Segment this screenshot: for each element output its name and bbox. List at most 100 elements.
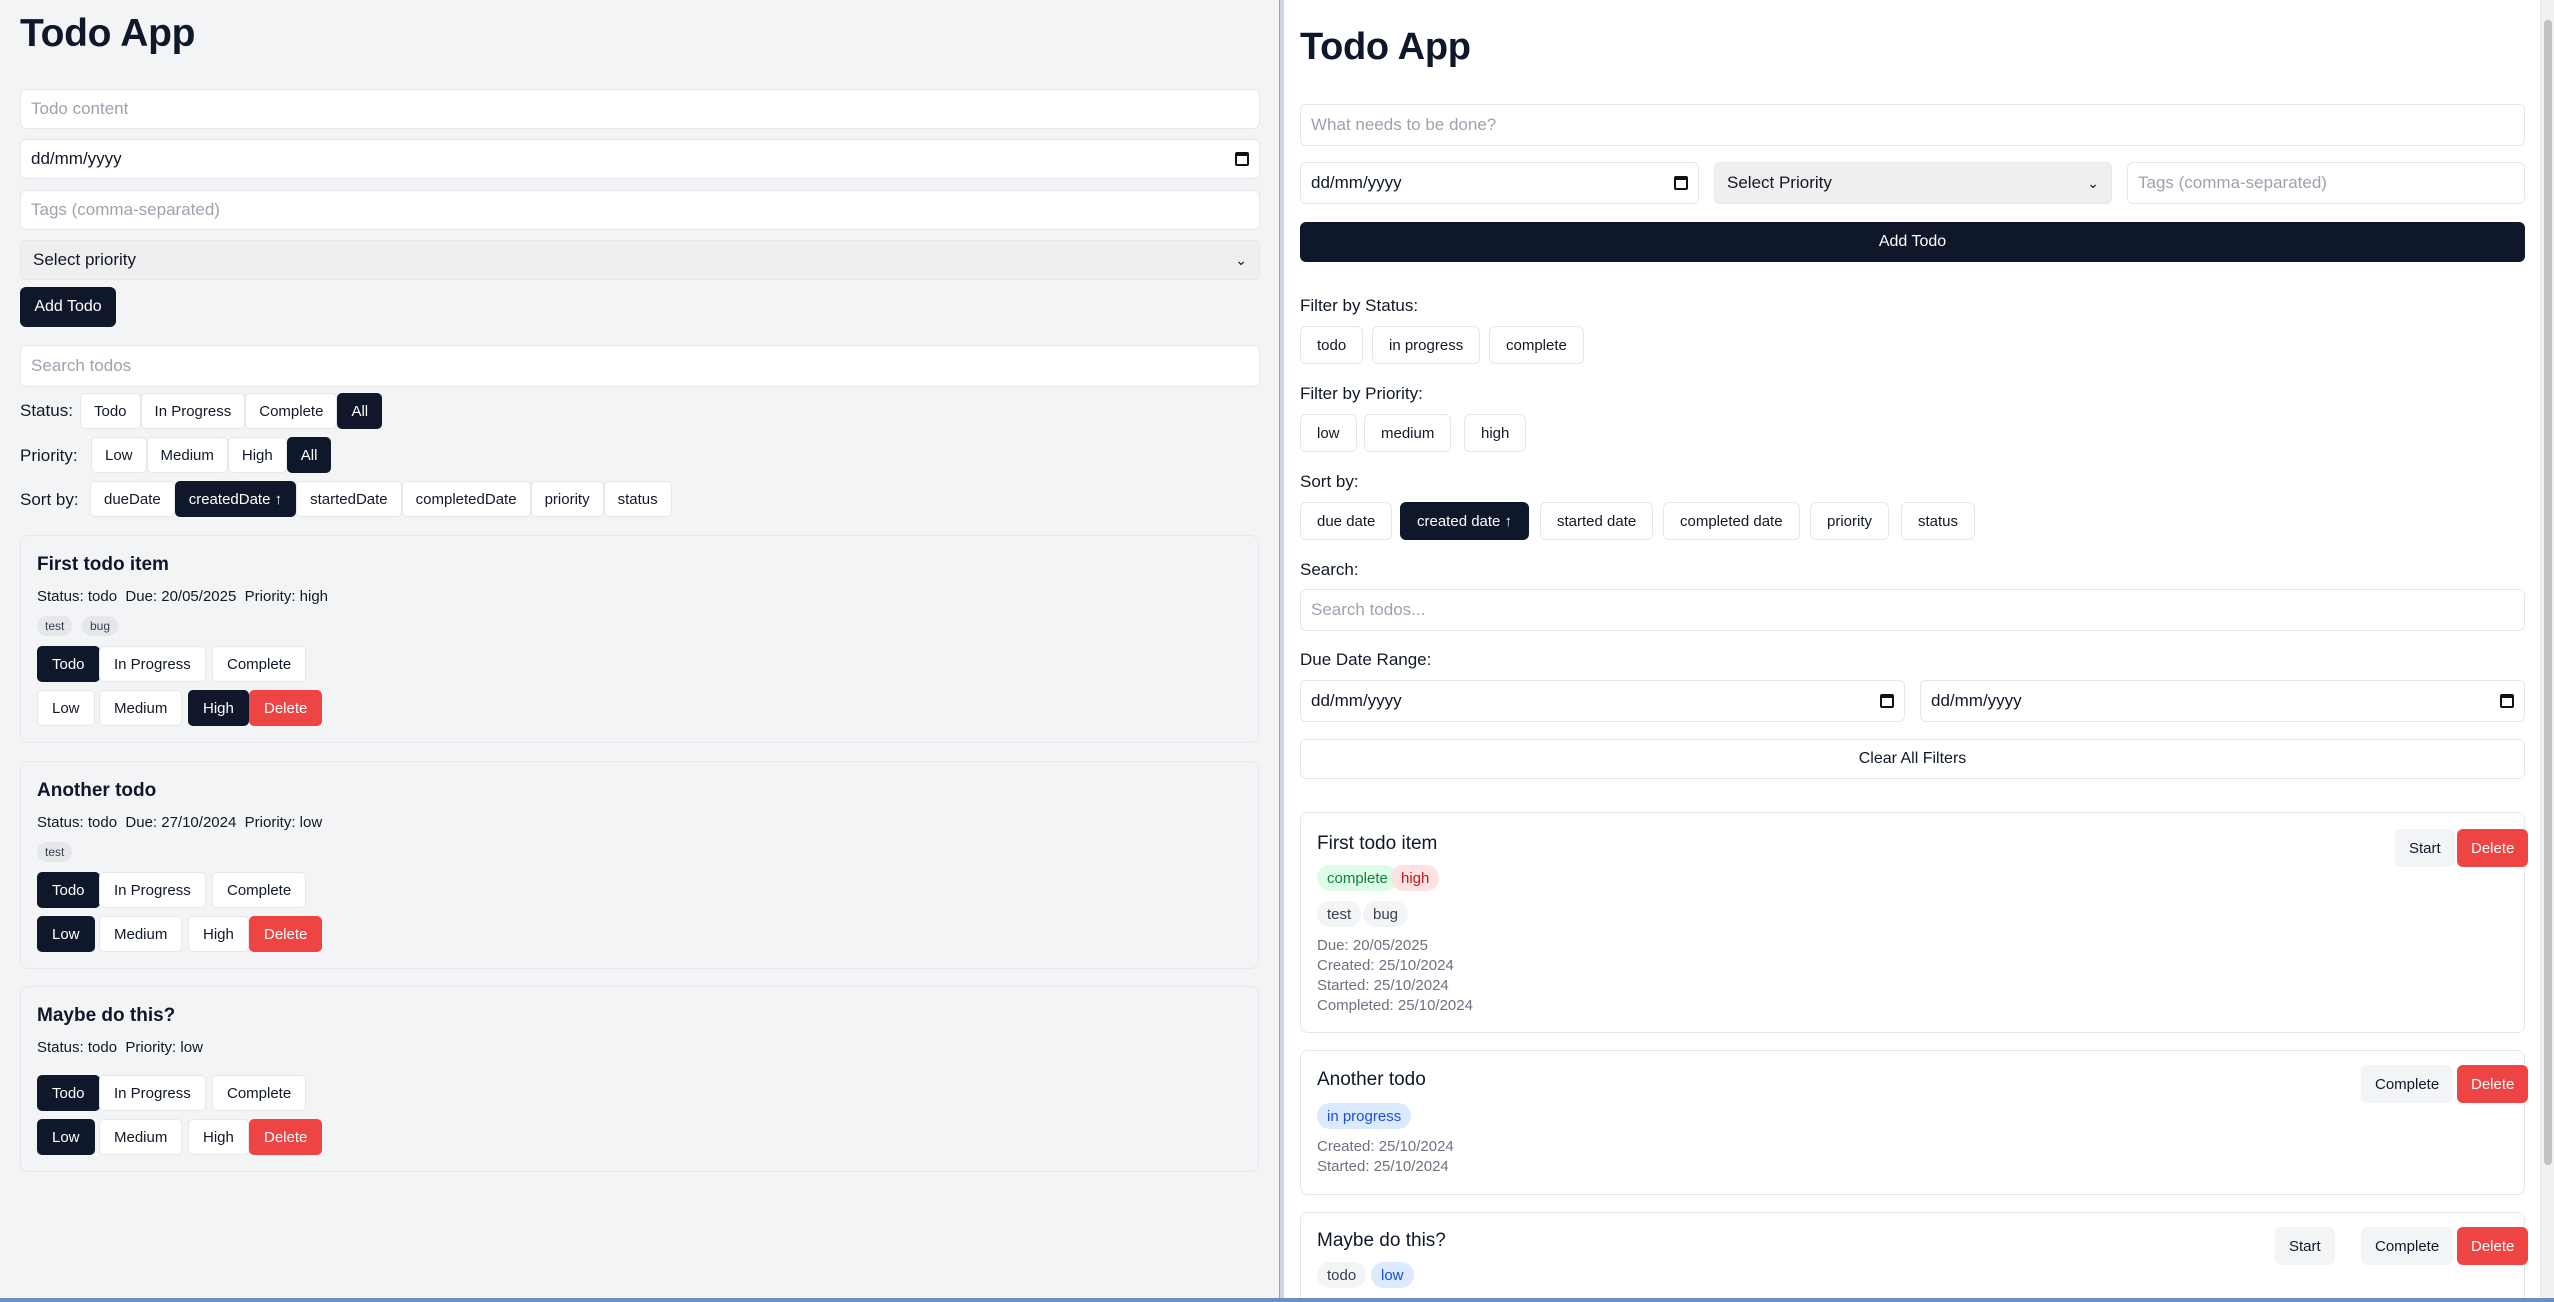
status-filter-all[interactable]: All <box>337 393 383 429</box>
todo-meta: Status: todo Due: 20/05/2025 Priority: h… <box>37 588 329 605</box>
filter-priority-high[interactable]: high <box>1464 414 1527 452</box>
filter-status-label: Filter by Status: <box>1300 296 1419 315</box>
set-status-in-progress-button[interactable]: In Progress <box>99 872 206 908</box>
sort-created-date[interactable]: createdDate ↑ <box>174 481 297 517</box>
scrollbar[interactable] <box>2540 0 2554 1298</box>
sort-due-date[interactable]: due date <box>1300 502 1393 540</box>
set-priority-medium-button[interactable]: Medium <box>99 690 183 726</box>
sort-status[interactable]: status <box>603 481 672 517</box>
due-date-input[interactable]: dd/mm/yyyy <box>1300 162 1699 204</box>
priority-select-value: Select Priority <box>1727 173 1832 192</box>
priority-filter-label: Priority: <box>20 446 78 465</box>
todo-meta: Status: todo Due: 27/10/2024 Priority: l… <box>37 814 323 831</box>
page-title: Todo App <box>1300 26 1471 68</box>
set-status-complete-button[interactable]: Complete <box>212 872 307 908</box>
delete-button[interactable]: Delete <box>249 1119 323 1155</box>
started-date-text: Started: 25/10/2024 <box>1317 1158 1449 1175</box>
todo-card: Another todo in progress Created: 25/10/… <box>1300 1050 2529 1195</box>
set-status-in-progress-button[interactable]: In Progress <box>99 646 206 682</box>
due-date-text: Due: 20/05/2025 <box>1317 937 1428 954</box>
todo-title: Maybe do this? <box>1317 1230 1446 1251</box>
set-status-complete-button[interactable]: Complete <box>212 1075 307 1111</box>
filter-priority-label: Filter by Priority: <box>1300 384 1423 403</box>
sort-completed-date[interactable]: completedDate <box>401 481 531 517</box>
due-range-to-input[interactable]: dd/mm/yyyy <box>1920 680 2525 722</box>
set-priority-low-button[interactable]: Low <box>37 916 95 952</box>
set-status-todo-button[interactable]: Todo <box>37 872 100 908</box>
calendar-icon[interactable] <box>1235 152 1249 166</box>
tag: test <box>37 616 73 636</box>
priority-filter-medium[interactable]: Medium <box>146 437 228 473</box>
status-filter-in-progress[interactable]: In Progress <box>140 393 246 429</box>
sort-created-date[interactable]: created date ↑ <box>1400 502 1530 540</box>
set-priority-high-button[interactable]: High <box>188 1119 249 1155</box>
sort-started-date[interactable]: startedDate <box>296 481 402 517</box>
due-range-from-input[interactable]: dd/mm/yyyy <box>1300 680 1905 722</box>
priority-select[interactable]: Select priority ⌄ <box>20 240 1260 280</box>
calendar-icon[interactable] <box>2500 694 2514 708</box>
sort-completed-date[interactable]: completed date <box>1663 502 1800 540</box>
delete-button[interactable]: Delete <box>2457 1227 2529 1265</box>
todo-title: First todo item <box>37 554 169 575</box>
calendar-icon[interactable] <box>1674 176 1688 190</box>
set-priority-medium-button[interactable]: Medium <box>99 916 183 952</box>
set-status-todo-button[interactable]: Todo <box>37 1075 100 1111</box>
set-priority-high-button[interactable]: High <box>188 916 249 952</box>
sort-started-date[interactable]: started date <box>1540 502 1654 540</box>
clear-filters-button[interactable]: Clear All Filters <box>1300 739 2525 779</box>
delete-button[interactable]: Delete <box>2457 1065 2529 1103</box>
set-priority-medium-button[interactable]: Medium <box>99 1119 183 1155</box>
add-todo-button[interactable]: Add Todo <box>20 287 116 327</box>
priority-filter-high[interactable]: High <box>227 437 287 473</box>
due-date-input[interactable]: dd/mm/yyyy <box>20 139 1260 179</box>
set-status-todo-button[interactable]: Todo <box>37 646 100 682</box>
filter-status-complete[interactable]: complete <box>1489 326 1584 364</box>
sort-priority[interactable]: priority <box>530 481 604 517</box>
todo-title: Another todo <box>1317 1069 1426 1090</box>
scrollbar-thumb[interactable] <box>2544 20 2552 1165</box>
start-button[interactable]: Start <box>2275 1227 2335 1265</box>
set-priority-high-button[interactable]: High <box>188 690 249 726</box>
set-status-complete-button[interactable]: Complete <box>212 646 307 682</box>
chevron-down-icon: ⌄ <box>1235 251 1247 268</box>
search-input[interactable] <box>20 345 1260 387</box>
filter-priority-low[interactable]: low <box>1300 414 1357 452</box>
complete-button[interactable]: Complete <box>2361 1227 2454 1265</box>
delete-button[interactable]: Delete <box>2457 829 2529 867</box>
todo-content-input[interactable] <box>20 89 1260 129</box>
filter-priority-medium[interactable]: medium <box>1364 414 1452 452</box>
search-label: Search: <box>1300 560 1359 579</box>
priority-filter-low[interactable]: Low <box>91 437 147 473</box>
completed-date-text: Completed: 25/10/2024 <box>1317 997 1473 1014</box>
delete-button[interactable]: Delete <box>249 916 323 952</box>
filter-status-todo[interactable]: todo <box>1300 326 1364 364</box>
tags-input[interactable] <box>20 190 1260 230</box>
tag: test <box>1317 901 1362 927</box>
calendar-icon[interactable] <box>1880 694 1894 708</box>
todo-content-input[interactable] <box>1300 104 2525 146</box>
tag: test <box>37 842 73 862</box>
todo-meta: Status: todo Priority: low <box>37 1039 203 1056</box>
add-todo-button[interactable]: Add Todo <box>1300 222 2525 262</box>
status-filter-todo[interactable]: Todo <box>80 393 141 429</box>
complete-button[interactable]: Complete <box>2361 1065 2454 1103</box>
sort-status[interactable]: status <box>1901 502 1976 540</box>
chevron-down-icon: ⌄ <box>2087 174 2099 191</box>
todo-title: Maybe do this? <box>37 1005 176 1026</box>
search-input[interactable] <box>1300 589 2525 631</box>
start-button[interactable]: Start <box>2395 829 2455 867</box>
set-status-in-progress-button[interactable]: In Progress <box>99 1075 206 1111</box>
date-value: dd/mm/yyyy <box>1311 173 1402 192</box>
set-priority-low-button[interactable]: Low <box>37 1119 95 1155</box>
filter-status-in-progress[interactable]: in progress <box>1372 326 1481 364</box>
tags-input[interactable] <box>2127 162 2525 204</box>
priority-filter-all[interactable]: All <box>286 437 332 473</box>
set-priority-low-button[interactable]: Low <box>37 690 95 726</box>
priority-select[interactable]: Select Priority ⌄ <box>1714 162 2112 204</box>
left-pane: Todo App dd/mm/yyyy Select priority ⌄ Ad… <box>0 0 1279 1298</box>
sort-priority[interactable]: priority <box>1810 502 1890 540</box>
delete-button[interactable]: Delete <box>249 690 323 726</box>
sort-due-date[interactable]: dueDate <box>90 481 175 517</box>
status-filter-complete[interactable]: Complete <box>245 393 338 429</box>
sort-label: Sort by: <box>20 490 79 509</box>
